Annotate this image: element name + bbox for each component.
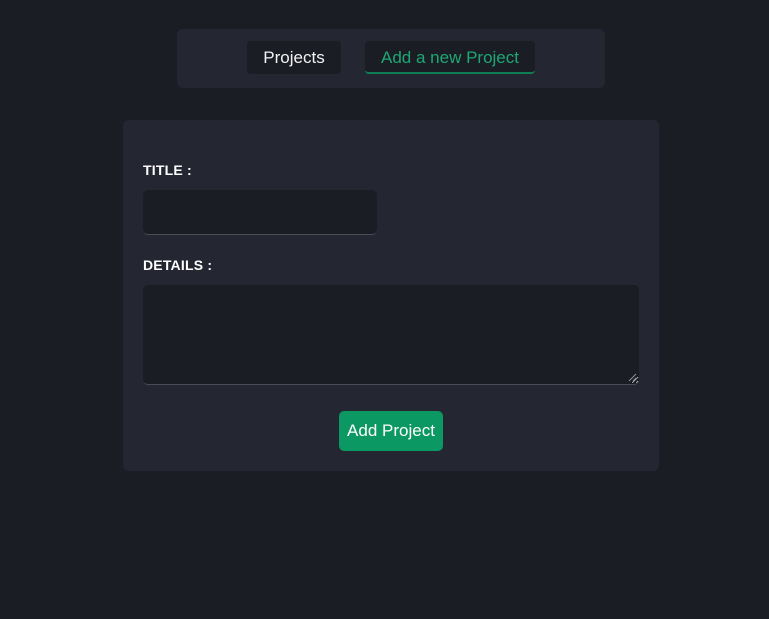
tab-add-new-project[interactable]: Add a new Project xyxy=(365,41,535,74)
add-project-button[interactable]: Add Project xyxy=(339,411,443,451)
title-label: TITLE : xyxy=(143,162,192,178)
title-input[interactable] xyxy=(143,190,377,235)
tab-projects[interactable]: Projects xyxy=(247,41,341,74)
add-project-form: TITLE : DETAILS : Add Project xyxy=(123,120,659,471)
top-nav: Projects Add a new Project xyxy=(177,29,605,88)
details-label: DETAILS : xyxy=(143,257,213,273)
details-textarea[interactable] xyxy=(143,285,639,385)
